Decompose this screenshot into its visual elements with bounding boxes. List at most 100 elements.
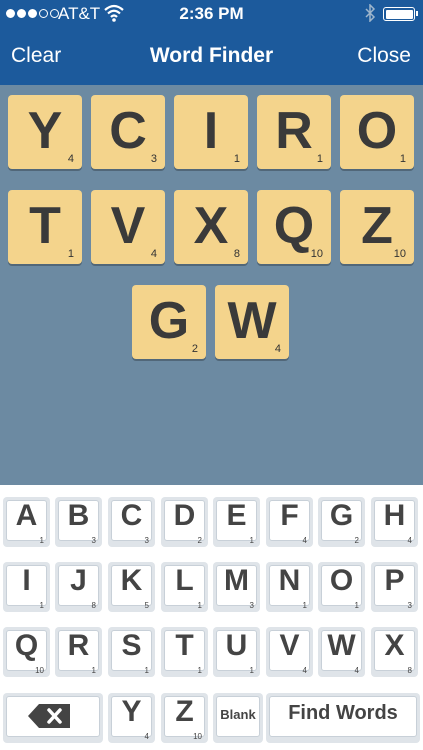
tile-letter: G <box>148 292 190 350</box>
key-letter: W <box>327 629 356 662</box>
tile-letter: I <box>203 102 219 160</box>
key-q[interactable]: Q 10 <box>3 627 50 677</box>
board-tile[interactable]: V4 <box>91 190 165 264</box>
board-tile[interactable]: T1 <box>8 190 82 264</box>
key-w[interactable]: W4 <box>318 627 365 677</box>
key-l[interactable]: L1 <box>161 562 208 612</box>
key-letter: R <box>67 629 90 662</box>
key-z[interactable]: Z 10 <box>161 693 208 743</box>
board-tile[interactable]: Y4 <box>8 95 82 169</box>
key-letter: V <box>279 629 300 662</box>
key-points: 1 <box>39 536 44 545</box>
tile-points: 10 <box>393 248 406 260</box>
key-c[interactable]: C3 <box>108 497 155 547</box>
bluetooth-icon <box>365 4 376 22</box>
key-letter: F <box>280 499 299 532</box>
tile-letter: Y <box>27 102 63 160</box>
tile-letter: Q <box>273 197 315 255</box>
board-tile[interactable]: I1 <box>174 95 248 169</box>
key-points: 8 <box>91 601 96 610</box>
key-j[interactable]: J8 <box>55 562 102 612</box>
board-tile[interactable]: R1 <box>257 95 331 169</box>
status-bar: AT&T 2:36 PM <box>0 0 423 28</box>
key-points: 1 <box>197 601 202 610</box>
key-points: 4 <box>407 536 412 545</box>
tile-points: 1 <box>399 153 406 165</box>
key-letter: M <box>224 564 249 597</box>
key-letter: A <box>15 499 38 532</box>
top-bar: AT&T 2:36 PM Clear Word Finder Close <box>0 0 423 85</box>
tile-points: 4 <box>150 248 157 260</box>
letter-keyboard: Blank Find Words A1B3C3D2E1F4G2H4I1J8K5L… <box>0 485 423 750</box>
key-points: 4 <box>354 666 359 675</box>
backspace-button[interactable] <box>3 693 103 743</box>
tile-letter: W <box>227 292 277 350</box>
board-tile[interactable]: O1 <box>340 95 414 169</box>
key-k[interactable]: K5 <box>108 562 155 612</box>
key-v[interactable]: V4 <box>266 627 313 677</box>
key-points: 3 <box>407 601 412 610</box>
key-g[interactable]: G2 <box>318 497 365 547</box>
key-letter: G <box>329 499 354 532</box>
key-m[interactable]: M3 <box>213 562 260 612</box>
key-letter: N <box>278 564 301 597</box>
key-points: 1 <box>91 666 96 675</box>
key-points: 1 <box>144 666 149 675</box>
key-letter: O <box>329 564 354 597</box>
key-letter: T <box>175 629 194 662</box>
tile-letter: O <box>356 102 398 160</box>
board-tile[interactable]: Z 10 <box>340 190 414 264</box>
key-points: 4 <box>144 732 149 741</box>
board-tile[interactable]: X8 <box>174 190 248 264</box>
key-points: 1 <box>354 601 359 610</box>
key-b[interactable]: B3 <box>55 497 102 547</box>
tile-points: 3 <box>150 153 157 165</box>
key-points: 3 <box>249 601 254 610</box>
close-button[interactable]: Close <box>357 44 411 68</box>
tile-letter: X <box>193 197 229 255</box>
key-x[interactable]: X8 <box>371 627 418 677</box>
key-letter: K <box>120 564 143 597</box>
tile-letter: R <box>275 102 313 160</box>
key-h[interactable]: H4 <box>371 497 418 547</box>
key-e[interactable]: E1 <box>213 497 260 547</box>
backspace-icon <box>28 704 70 728</box>
key-i[interactable]: I1 <box>3 562 50 612</box>
key-points: 5 <box>144 601 149 610</box>
key-points: 10 <box>193 732 202 741</box>
key-letter: C <box>120 499 143 532</box>
key-r[interactable]: R1 <box>55 627 102 677</box>
key-d[interactable]: D2 <box>161 497 208 547</box>
key-s[interactable]: S1 <box>108 627 155 677</box>
key-points: 4 <box>302 666 307 675</box>
key-p[interactable]: P3 <box>371 562 418 612</box>
tile-points: 4 <box>274 343 281 355</box>
board-tile[interactable]: C3 <box>91 95 165 169</box>
key-points: 1 <box>249 666 254 675</box>
tile-points: 1 <box>67 248 74 260</box>
tile-letter: V <box>110 197 146 255</box>
key-letter: X <box>384 629 405 662</box>
key-letter: H <box>383 499 406 532</box>
key-points: 1 <box>302 601 307 610</box>
board-tile[interactable]: G2 <box>132 285 206 359</box>
key-letter: U <box>225 629 248 662</box>
key-points: 10 <box>35 666 44 675</box>
key-y[interactable]: Y4 <box>108 693 155 743</box>
board-tile[interactable]: W4 <box>215 285 289 359</box>
battery-icon <box>383 7 418 21</box>
tile-letter: Z <box>361 197 393 255</box>
find-words-button[interactable]: Find Words <box>266 693 420 743</box>
key-o[interactable]: O1 <box>318 562 365 612</box>
tile-points: 1 <box>316 153 323 165</box>
key-points: 8 <box>407 666 412 675</box>
key-t[interactable]: T1 <box>161 627 208 677</box>
board-tile[interactable]: Q 10 <box>257 190 331 264</box>
key-a[interactable]: A1 <box>3 497 50 547</box>
blank-tile-button[interactable]: Blank <box>213 693 263 743</box>
key-letter: Y <box>121 695 142 728</box>
key-n[interactable]: N1 <box>266 562 313 612</box>
tile-points: 10 <box>310 248 323 260</box>
key-f[interactable]: F4 <box>266 497 313 547</box>
key-u[interactable]: U1 <box>213 627 260 677</box>
